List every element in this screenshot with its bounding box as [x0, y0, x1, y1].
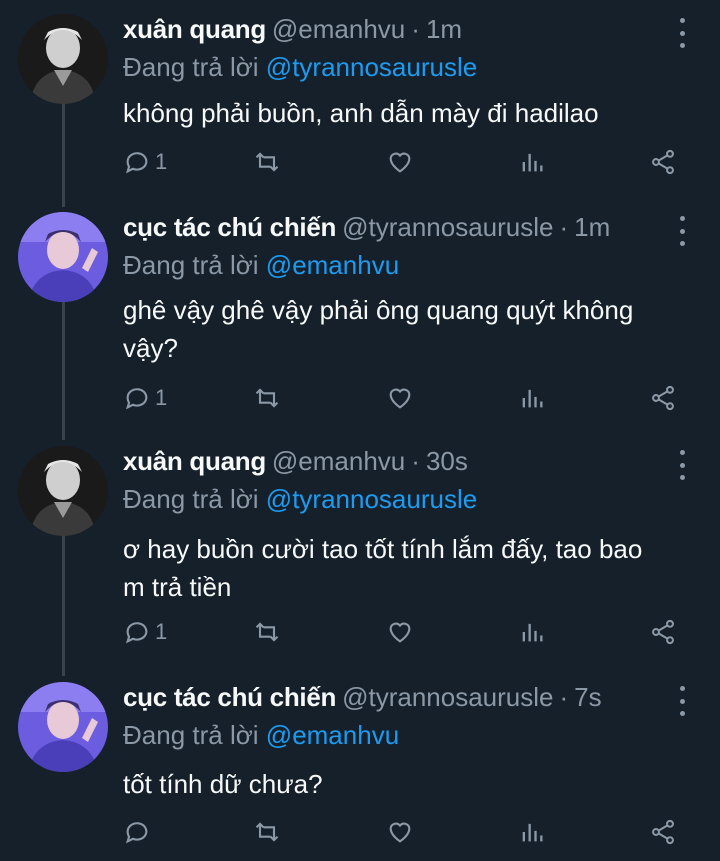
like-icon — [389, 388, 411, 409]
separator: · — [411, 14, 420, 44]
username[interactable]: @emanhvu — [272, 14, 405, 45]
retweet-icon — [255, 622, 279, 642]
tweet-header: xuân quang @emanhvu · 1m — [123, 14, 462, 50]
replying-label: Đang trả lời — [123, 484, 259, 514]
share-button[interactable] — [649, 818, 677, 846]
separator: · — [559, 682, 569, 712]
retweet-icon — [255, 152, 279, 172]
timestamp[interactable]: 1m — [574, 212, 610, 243]
username[interactable]: @emanhvu — [272, 446, 405, 477]
display-name[interactable]: cục tác chú chiến — [123, 682, 336, 713]
like-icon — [389, 622, 411, 643]
reply-count: 1 — [155, 385, 168, 410]
views-icon — [522, 389, 543, 408]
replying-mention[interactable]: @tyrannosaurusle — [266, 52, 477, 82]
retweet-button[interactable] — [253, 384, 281, 412]
tweet-text: ơ hay buồn cười tao tốt tính lắm đấy, ta… — [123, 534, 643, 602]
timestamp[interactable]: 1m — [426, 14, 462, 45]
display-name[interactable]: xuân quang — [123, 14, 266, 45]
views-icon — [522, 153, 543, 172]
tweet-text: tốt tính dữ chưa? — [123, 769, 323, 799]
replying-mention[interactable]: @tyrannosaurusle — [266, 484, 477, 514]
retweet-button[interactable] — [253, 618, 281, 646]
reply-icon — [125, 822, 148, 844]
retweet-button[interactable] — [253, 148, 281, 176]
views-button[interactable] — [518, 384, 546, 412]
avatar[interactable] — [18, 14, 108, 104]
replying-to: Đang trả lời @tyrannosaurusle — [123, 484, 477, 515]
reply-icon — [125, 388, 148, 410]
reply-count: 1 — [155, 619, 168, 644]
display-name[interactable]: xuân quang — [123, 446, 266, 477]
views-button[interactable] — [518, 148, 546, 176]
reply-count: 1 — [155, 149, 168, 174]
like-button[interactable] — [386, 618, 414, 646]
share-icon — [652, 385, 674, 411]
more-icon[interactable] — [670, 450, 694, 480]
reply-button[interactable]: 1 — [123, 148, 167, 176]
replying-to: Đang trả lời @emanhvu — [123, 250, 399, 281]
avatar[interactable] — [18, 212, 108, 302]
username[interactable]: @tyrannosaurusle — [342, 682, 553, 713]
reply-button[interactable]: 1 — [123, 618, 167, 646]
like-button[interactable] — [386, 148, 414, 176]
more-icon[interactable] — [670, 686, 694, 716]
replying-mention[interactable]: @emanhvu — [266, 250, 399, 280]
reply-button[interactable] — [123, 818, 155, 846]
tweet[interactable]: cục tác chú chiến @tyrannosaurusle · 7s … — [0, 682, 720, 857]
tweet[interactable]: xuân quang @emanhvu · 1m Đang trả lời @t… — [0, 14, 720, 204]
replying-label: Đang trả lời — [123, 250, 259, 280]
reply-icon — [125, 622, 148, 644]
share-icon — [652, 819, 674, 845]
share-button[interactable] — [649, 618, 677, 646]
tweet[interactable]: cục tác chú chiến @tyrannosaurusle · 1m … — [0, 212, 720, 437]
separator: · — [411, 446, 420, 476]
like-button[interactable] — [386, 818, 414, 846]
tweet[interactable]: xuân quang @emanhvu · 30s Đang trả lời @… — [0, 446, 720, 671]
retweet-icon — [255, 822, 279, 842]
replying-label: Đang trả lời — [123, 720, 259, 750]
tweet-actions — [123, 818, 683, 854]
username[interactable]: @tyrannosaurusle — [342, 212, 553, 243]
tweet-text: không phải buồn, anh dẫn mày đi hadilao — [123, 98, 599, 128]
retweet-icon — [255, 388, 279, 408]
timestamp[interactable]: 30s — [426, 446, 468, 477]
replying-to: Đang trả lời @emanhvu — [123, 720, 399, 751]
replying-mention[interactable]: @emanhvu — [266, 720, 399, 750]
share-icon — [652, 619, 674, 645]
like-icon — [389, 152, 411, 173]
avatar[interactable] — [18, 446, 108, 536]
tweet-header: xuân quang @emanhvu · 30s — [123, 446, 468, 482]
separator: · — [559, 212, 569, 242]
tweet-text: ghê vậy ghê vậy phải ông quang quýt khôn… — [123, 295, 634, 363]
avatar[interactable] — [18, 682, 108, 772]
tweet-header: cục tác chú chiến @tyrannosaurusle · 7s — [123, 682, 602, 718]
replying-label: Đang trả lời — [123, 52, 259, 82]
views-button[interactable] — [518, 618, 546, 646]
retweet-button[interactable] — [253, 818, 281, 846]
share-button[interactable] — [649, 384, 677, 412]
more-icon[interactable] — [670, 18, 694, 48]
share-icon — [652, 149, 674, 175]
views-icon — [522, 823, 543, 842]
tweet-header: cục tác chú chiến @tyrannosaurusle · 1m — [123, 212, 610, 248]
like-icon — [389, 822, 411, 843]
replying-to: Đang trả lời @tyrannosaurusle — [123, 52, 477, 83]
tweet-actions: 1 — [123, 618, 683, 654]
reply-button[interactable]: 1 — [123, 384, 167, 412]
tweet-actions: 1 — [123, 384, 683, 420]
timestamp[interactable]: 7s — [574, 682, 601, 713]
like-button[interactable] — [386, 384, 414, 412]
display-name[interactable]: cục tác chú chiến — [123, 212, 336, 243]
views-button[interactable] — [518, 818, 546, 846]
share-button[interactable] — [649, 148, 677, 176]
views-icon — [522, 623, 543, 642]
tweet-actions: 1 — [123, 148, 683, 184]
more-icon[interactable] — [670, 216, 694, 246]
reply-icon — [125, 152, 148, 174]
